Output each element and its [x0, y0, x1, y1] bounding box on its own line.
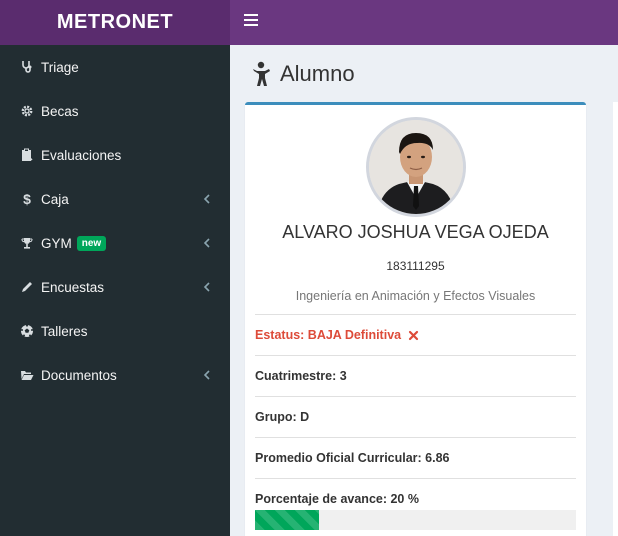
- status-text: Estatus: BAJA Definitiva: [255, 328, 402, 342]
- page-header: Alumno: [250, 61, 355, 87]
- sidebar-item-gym[interactable]: GYM new: [0, 221, 230, 265]
- new-badge: new: [76, 235, 107, 251]
- brand-logo[interactable]: METRONET: [0, 0, 230, 45]
- sidebar-item-label: GYM: [41, 235, 72, 251]
- dollar-icon: $: [23, 191, 31, 207]
- sidebar-item-talleres[interactable]: Talleres: [0, 309, 230, 353]
- chevron-left-icon: [203, 238, 210, 248]
- stethoscope-icon: [20, 60, 34, 74]
- close-icon: [408, 330, 419, 340]
- progress-track: [255, 510, 576, 530]
- progress-bar: [255, 510, 320, 530]
- chevron-left-icon: [203, 370, 210, 380]
- sidebar-item-label: Becas: [41, 103, 79, 119]
- sidebar-item-label: Triage: [41, 59, 79, 75]
- child-icon: [253, 61, 270, 86]
- right-panel-edge: [613, 102, 618, 536]
- student-avatar: [366, 117, 466, 217]
- soccer-ball-icon: [20, 324, 34, 338]
- sidebar-item-evaluaciones[interactable]: Evaluaciones: [0, 133, 230, 177]
- clipboard-icon: [20, 148, 34, 162]
- top-navbar: [230, 0, 618, 45]
- promedio-row: Promedio Oficial Curricular: 6.86: [255, 437, 576, 478]
- student-profile-card: ALVARO JOSHUA VEGA OJEDA 183111295 Ingen…: [245, 102, 586, 536]
- sidebar-item-label: Talleres: [41, 323, 88, 339]
- sidebar-item-label: Encuestas: [41, 279, 105, 295]
- sidebar-item-triage[interactable]: Triage: [0, 45, 230, 89]
- cuatrimestre-row: Cuatrimestre: 3: [255, 355, 576, 396]
- folder-open-icon: [20, 368, 34, 382]
- gear-icon: [20, 104, 34, 118]
- main-content: Alumno ALVARO JOSHUA VEGA OJEDA 18311129…: [230, 45, 618, 536]
- sidebar-item-becas[interactable]: Becas: [0, 89, 230, 133]
- sidebar-item-label: Caja: [41, 191, 69, 207]
- pencil-icon: [20, 280, 34, 294]
- chevron-left-icon: [203, 194, 210, 204]
- sidebar-item-label: Evaluaciones: [41, 147, 122, 163]
- sidebar-item-encuestas[interactable]: Encuestas: [0, 265, 230, 309]
- student-program: Ingeniería en Animación y Efectos Visual…: [295, 289, 536, 303]
- student-name: ALVARO JOSHUA VEGA OJEDA: [282, 222, 549, 242]
- student-id: 183111295: [386, 259, 445, 273]
- sidebar-item-caja[interactable]: $ Caja: [0, 177, 230, 221]
- sidebar: Triage Becas Evaluaciones $ Caja GYM new…: [0, 45, 230, 536]
- page-title: Alumno: [280, 61, 355, 86]
- sidebar-toggle-icon[interactable]: [244, 14, 258, 28]
- student-info-list: Estatus: BAJA Definitiva Cuatrimestre: 3…: [255, 314, 576, 519]
- sidebar-item-label: Documentos: [41, 367, 117, 383]
- trophy-icon: [20, 236, 34, 250]
- chevron-left-icon: [203, 282, 210, 292]
- sidebar-item-documentos[interactable]: Documentos: [0, 353, 230, 397]
- grupo-row: Grupo: D: [255, 396, 576, 437]
- status-row: Estatus: BAJA Definitiva: [255, 314, 576, 355]
